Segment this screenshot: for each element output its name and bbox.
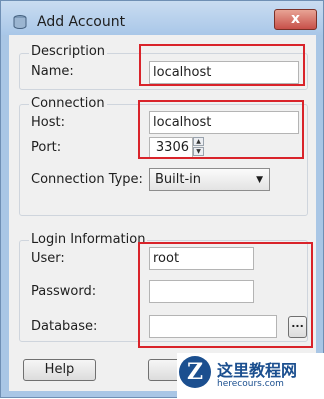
user-label: User: bbox=[31, 251, 65, 266]
add-account-window: Add Account x Description Name: localhos… bbox=[0, 0, 324, 399]
description-group-label: Description bbox=[29, 44, 108, 59]
watermark: Z 这里教程网 herecours.com bbox=[177, 353, 324, 399]
help-button[interactable]: Help bbox=[23, 359, 96, 381]
password-label: Password: bbox=[31, 284, 97, 299]
host-label: Host: bbox=[31, 115, 65, 130]
window-title: Add Account bbox=[37, 14, 126, 30]
title-bar: Add Account x bbox=[1, 1, 323, 35]
login-group-label: Login Information bbox=[29, 232, 148, 247]
close-icon: x bbox=[290, 11, 301, 27]
watermark-title: 这里教程网 bbox=[217, 361, 298, 380]
watermark-logo-icon: Z bbox=[179, 356, 211, 388]
port-label: Port: bbox=[31, 140, 62, 155]
database-icon bbox=[13, 15, 27, 29]
highlight-box-name bbox=[139, 44, 305, 86]
connection-group-label: Connection bbox=[29, 96, 107, 111]
connection-type-label: Connection Type: bbox=[31, 172, 143, 187]
connection-type-select[interactable]: Built-in ▼ bbox=[149, 168, 270, 191]
name-label: Name: bbox=[31, 64, 74, 79]
close-button[interactable]: x bbox=[274, 9, 317, 30]
watermark-url: herecours.com bbox=[217, 379, 284, 389]
database-label: Database: bbox=[31, 319, 98, 334]
chevron-down-icon: ▼ bbox=[256, 175, 263, 185]
highlight-box-connection bbox=[138, 100, 304, 159]
highlight-box-login bbox=[138, 242, 313, 348]
connection-type-value: Built-in bbox=[155, 172, 202, 187]
